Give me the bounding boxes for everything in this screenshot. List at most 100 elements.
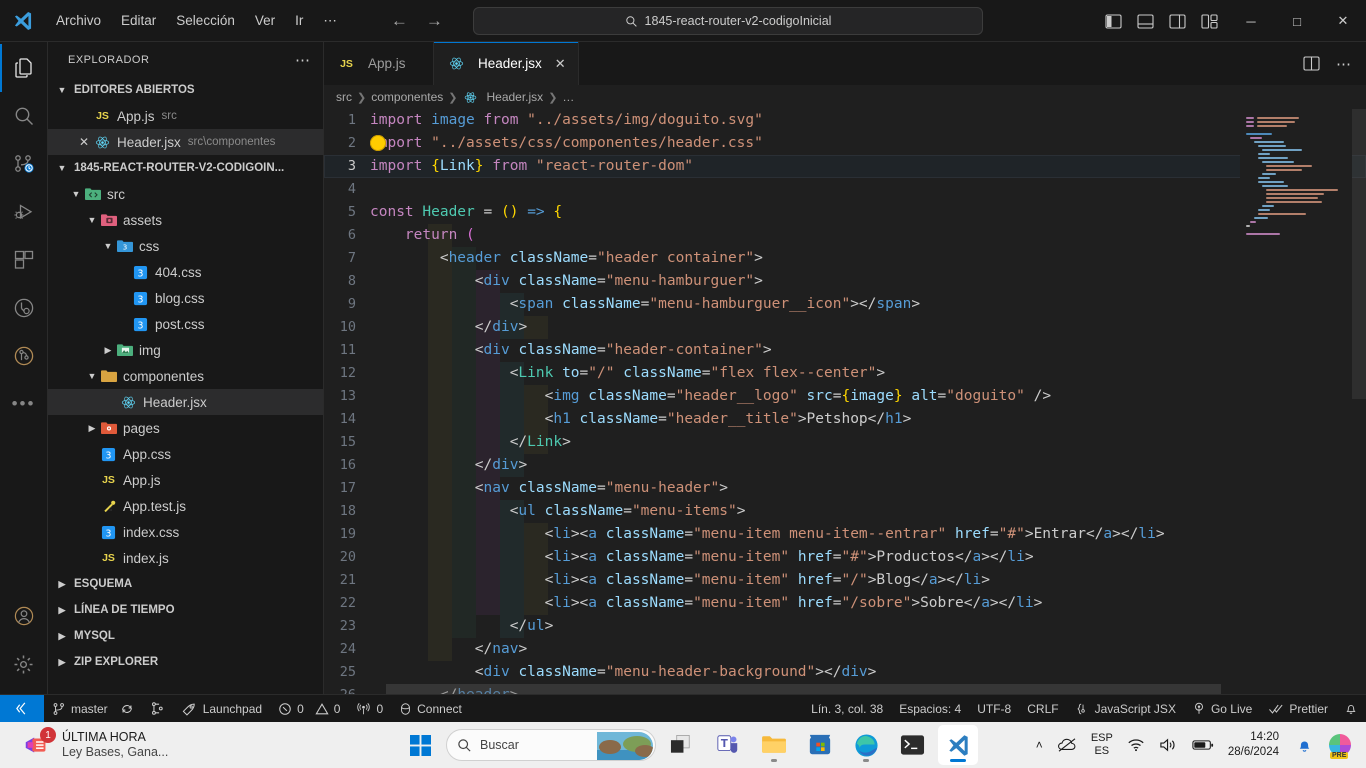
scrollbar-thumb[interactable] [1352,109,1366,399]
section-project-root[interactable]: ▼ 1845-REACT-ROUTER-V2-CODIGOIN... [48,155,323,181]
breadcrumb-src[interactable]: src [336,90,352,104]
section-open-editors[interactable]: ▼ EDITORES ABIERTOS [48,77,323,103]
toggle-primary-sidebar-icon[interactable] [1105,13,1122,29]
windows-terminal-button[interactable] [892,725,932,765]
breadcrumb-file[interactable]: Header.jsx [486,90,543,104]
menu-seleccion[interactable]: Selección [166,9,245,32]
file-explorer-button[interactable] [754,725,794,765]
clock-and-date[interactable]: 14:20 28/6/2024 [1223,725,1287,765]
section-esquema[interactable]: ▶ ESQUEMA [48,571,323,597]
section-linea-de-tiempo[interactable]: ▶ LÍNEA DE TIEMPO [48,597,323,623]
menu-ver[interactable]: Ver [245,9,285,32]
notification-toast[interactable]: 1 ÚLTIMA HORA Ley Bases, Gana... [0,722,400,768]
tree-item-index-css[interactable]: 3 index.css [48,519,323,545]
status-branch[interactable]: master [44,695,142,723]
status-prettier[interactable]: Prettier [1260,695,1336,723]
activity-extensions[interactable] [0,236,48,284]
tree-item-app-css[interactable]: 3 App.css [48,441,323,467]
remote-window-button[interactable] [0,694,44,723]
forward-arrow-icon[interactable]: → [426,11,443,31]
status-connect[interactable]: Connect [391,695,470,723]
status-go-live[interactable]: Go Live [1184,695,1260,723]
taskbar-search[interactable]: Buscar [446,729,656,761]
quick-open-bar[interactable]: 1845-react-router-v2-codigoInicial [473,7,983,35]
activity-run-debug[interactable] [0,188,48,236]
tree-item-app-js[interactable]: JS App.js [48,467,323,493]
minimap[interactable] [1240,109,1352,694]
section-zip-explorer[interactable]: ▶ ZIP EXPLORER [48,649,323,675]
tray-battery[interactable] [1187,725,1219,765]
status-encoding[interactable]: UTF-8 [969,695,1019,723]
menu-ir[interactable]: Ir [285,9,313,32]
tray-language[interactable]: ESP ES [1086,725,1118,765]
tree-item-componentes[interactable]: ▼ componentes [48,363,323,389]
status-problems[interactable]: 0 0 [270,695,348,723]
start-button[interactable] [400,725,440,765]
status-language-mode[interactable]: JavaScript JSX [1067,695,1184,723]
microsoft-store-button[interactable] [800,725,840,765]
microsoft-teams-button[interactable]: T [708,725,748,765]
microsoft-edge-button[interactable] [846,725,886,765]
breadcrumb-symbol[interactable]: … [562,90,574,104]
status-cursor-position[interactable]: Lín. 3, col. 38 [803,695,891,723]
tree-item-css-folder[interactable]: ▼ 3 css [48,233,323,259]
section-mysql[interactable]: ▶ MYSQL [48,623,323,649]
menu-editar[interactable]: Editar [111,9,166,32]
minimize-button[interactable]: ─ [1228,0,1274,42]
maximize-button[interactable]: □ [1274,0,1320,42]
code-editor[interactable]: 1 import image from "../assets/img/dogui… [324,109,1366,694]
tree-item-404-css[interactable]: 3 404.css [48,259,323,285]
tree-item-header-jsx[interactable]: Header.jsx [48,389,323,415]
notification-center-button[interactable] [1291,725,1318,765]
open-editor-header-jsx[interactable]: ✕ Header.jsx src\componentes [48,129,323,155]
tab-app-js[interactable]: JS App.js [324,42,434,85]
tray-expand-button[interactable]: ˄ [1031,725,1048,765]
tree-item-index-js[interactable]: JS index.js [48,545,323,571]
breadcrumb-componentes[interactable]: componentes [371,90,443,104]
tray-volume[interactable] [1154,725,1183,765]
tree-item-pages[interactable]: ▶ pages [48,415,323,441]
tree-item-post-css[interactable]: 3 post.css [48,311,323,337]
close-window-button[interactable]: ✕ [1320,0,1366,42]
tree-item-src[interactable]: ▼ src [48,181,323,207]
activity-search[interactable] [0,92,48,140]
visual-studio-code-button[interactable] [938,725,978,765]
activity-testing[interactable] [0,284,48,332]
editor-horizontal-scrollbar[interactable] [386,684,1240,694]
tray-onedrive-paused[interactable] [1052,725,1082,765]
tab-header-jsx[interactable]: Header.jsx ✕ [434,42,579,85]
customize-layout-icon[interactable] [1201,13,1218,29]
close-tab-icon[interactable]: ✕ [555,56,566,72]
open-editor-app-js[interactable]: JS App.js src [48,103,323,129]
status-notifications[interactable] [1336,695,1366,723]
tree-item-assets[interactable]: ▼ assets [48,207,323,233]
status-indentation[interactable]: Espacios: 4 [891,695,969,723]
activity-more-views[interactable]: ••• [0,380,48,428]
toggle-panel-icon[interactable] [1137,13,1154,29]
tray-wifi[interactable] [1122,725,1150,765]
menu-archivo[interactable]: Archivo [46,9,111,32]
menu-more[interactable]: ⋯ [313,9,347,33]
activity-explorer[interactable] [0,44,48,92]
scrollbar-thumb[interactable] [386,684,1221,694]
tree-item-img[interactable]: ▶ img [48,337,323,363]
toggle-secondary-sidebar-icon[interactable] [1169,13,1186,29]
sidebar-more-actions[interactable]: ⋯ [295,51,311,69]
editor-vertical-scrollbar[interactable] [1352,109,1366,694]
lightbulb-quickfix-icon[interactable] [370,135,386,151]
copilot-button[interactable]: PRE [1322,725,1358,765]
sync-icon[interactable] [120,702,134,716]
status-git-compare[interactable] [142,695,173,723]
activity-accounts[interactable] [0,592,48,640]
tree-item-app-test-js[interactable]: s App.test.js [48,493,323,519]
back-arrow-icon[interactable]: ← [391,11,408,31]
status-eol[interactable]: CRLF [1019,695,1066,723]
activity-git-graph[interactable] [0,332,48,380]
status-ports[interactable]: 0 [348,695,391,723]
close-editor-icon[interactable]: ✕ [74,135,94,149]
tree-item-blog-css[interactable]: 3 blog.css [48,285,323,311]
task-view-button[interactable] [662,725,702,765]
editor-more-actions[interactable]: ⋯ [1336,55,1352,73]
split-editor-icon[interactable] [1303,56,1320,71]
activity-manage-settings[interactable] [0,640,48,688]
